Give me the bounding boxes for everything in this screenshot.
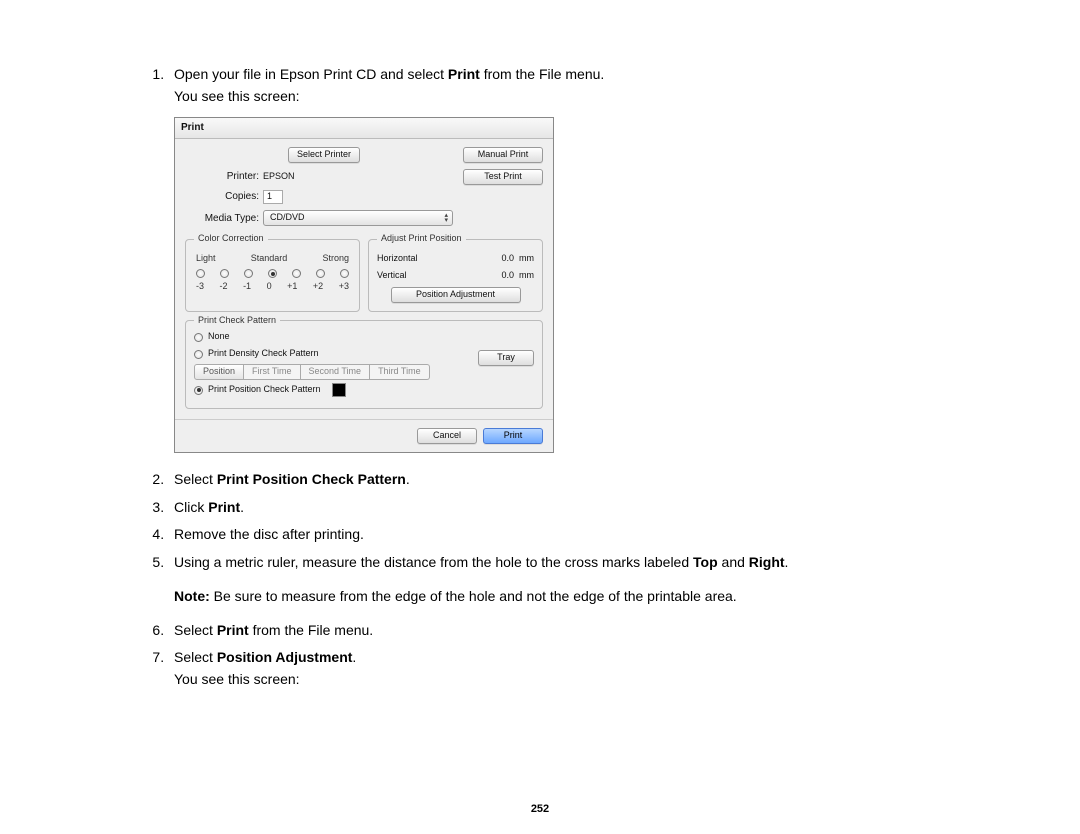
pattern-legend: Print Check Pattern bbox=[194, 314, 280, 328]
pattern-position-radio[interactable] bbox=[194, 386, 203, 395]
cc-strong-label: Strong bbox=[322, 252, 349, 266]
document-page: Open your file in Epson Print CD and sel… bbox=[0, 0, 1080, 818]
pos-vertical-value: 0.0 bbox=[501, 270, 514, 280]
cancel-button[interactable]: Cancel bbox=[417, 428, 477, 444]
text: Select bbox=[174, 622, 217, 638]
cc-radio-m2[interactable] bbox=[220, 269, 229, 278]
text: Remove the disc after printing. bbox=[174, 526, 364, 542]
copies-input[interactable]: 1 bbox=[263, 190, 283, 204]
cc-radio-p3[interactable] bbox=[340, 269, 349, 278]
step-5: Using a metric ruler, measure the distan… bbox=[168, 552, 950, 607]
media-type-select[interactable]: CD/DVD ▴▾ bbox=[263, 210, 453, 226]
cc-val-0: 0 bbox=[267, 280, 272, 294]
text: and bbox=[718, 554, 749, 570]
printer-label: Printer: bbox=[219, 169, 259, 185]
pattern-none-label: None bbox=[208, 330, 230, 344]
bold-text: Right bbox=[749, 554, 785, 570]
bold-text: Print bbox=[217, 622, 249, 638]
step-2: Select Print Position Check Pattern. bbox=[168, 469, 950, 491]
tray-button[interactable]: Tray bbox=[478, 350, 534, 366]
pos-vertical-label: Vertical bbox=[377, 269, 407, 283]
note-label: Note: bbox=[174, 588, 210, 604]
pattern-density-label: Print Density Check Pattern bbox=[208, 347, 319, 361]
color-correction-group: Color Correction Light Standard Strong bbox=[185, 232, 360, 312]
step-3: Click Print. bbox=[168, 497, 950, 519]
text: from the File menu. bbox=[480, 66, 605, 82]
note-text: Be sure to measure from the edge of the … bbox=[210, 588, 737, 604]
text: You see this screen: bbox=[174, 669, 950, 691]
test-print-button[interactable]: Test Print bbox=[463, 169, 543, 185]
cc-val-m3: -3 bbox=[196, 280, 204, 294]
text: . bbox=[240, 499, 244, 515]
text: . bbox=[352, 649, 356, 665]
printer-value: EPSON bbox=[263, 170, 295, 184]
step-7: Select Position Adjustment. You see this… bbox=[168, 647, 950, 690]
cc-val-p2: +2 bbox=[313, 280, 323, 294]
dialog-title: Print bbox=[175, 118, 553, 139]
cc-radio-m1[interactable] bbox=[244, 269, 253, 278]
cc-val-m2: -2 bbox=[220, 280, 228, 294]
cc-val-p1: +1 bbox=[287, 280, 297, 294]
text: from the File menu. bbox=[249, 622, 374, 638]
bold-text: Print bbox=[208, 499, 240, 515]
cc-val-p3: +3 bbox=[339, 280, 349, 294]
text: Select bbox=[174, 471, 217, 487]
third-time-button[interactable]: Third Time bbox=[370, 364, 430, 380]
bold-text: Position Adjustment bbox=[217, 649, 353, 665]
pattern-position-label: Print Position Check Pattern bbox=[208, 383, 321, 397]
media-type-label: Media Type: bbox=[199, 211, 259, 227]
color-correction-legend: Color Correction bbox=[194, 232, 268, 246]
text: . bbox=[785, 554, 789, 570]
select-printer-button[interactable]: Select Printer bbox=[288, 147, 360, 163]
bold-print: Print bbox=[448, 66, 480, 82]
adjust-position-legend: Adjust Print Position bbox=[377, 232, 466, 246]
position-adjustment-button[interactable]: Position Adjustment bbox=[391, 287, 521, 303]
print-dialog: Print Select Printer Manual Print Printe… bbox=[174, 117, 554, 453]
note: Note: Be sure to measure from the edge o… bbox=[174, 586, 950, 608]
manual-print-button[interactable]: Manual Print bbox=[463, 147, 543, 163]
text: Select bbox=[174, 649, 217, 665]
text: Click bbox=[174, 499, 208, 515]
position-seg-label: Position bbox=[194, 364, 244, 380]
cc-standard-label: Standard bbox=[251, 252, 288, 266]
page-number: 252 bbox=[130, 801, 950, 818]
color-swatch[interactable] bbox=[332, 383, 346, 397]
text: You see this screen: bbox=[174, 86, 950, 108]
chevron-updown-icon: ▴▾ bbox=[444, 213, 448, 223]
print-button[interactable]: Print bbox=[483, 428, 543, 444]
cc-radio-p1[interactable] bbox=[292, 269, 301, 278]
text: Using a metric ruler, measure the distan… bbox=[174, 554, 693, 570]
pattern-none-radio[interactable] bbox=[194, 333, 203, 342]
bold-text: Print Position Check Pattern bbox=[217, 471, 406, 487]
cc-radio-p2[interactable] bbox=[316, 269, 325, 278]
bold-text: Top bbox=[693, 554, 718, 570]
text: . bbox=[406, 471, 410, 487]
pattern-density-radio[interactable] bbox=[194, 350, 203, 359]
pos-unit: mm bbox=[519, 270, 534, 280]
pos-unit: mm bbox=[519, 253, 534, 263]
adjust-position-group: Adjust Print Position Horizontal 0.0 mm … bbox=[368, 232, 543, 312]
pos-horizontal-label: Horizontal bbox=[377, 252, 418, 266]
step-1: Open your file in Epson Print CD and sel… bbox=[168, 64, 950, 453]
instruction-list: Open your file in Epson Print CD and sel… bbox=[130, 64, 950, 691]
second-time-button[interactable]: Second Time bbox=[301, 364, 371, 380]
cc-light-label: Light bbox=[196, 252, 216, 266]
copies-label: Copies: bbox=[219, 189, 259, 205]
text: Open your file in Epson Print CD and sel… bbox=[174, 66, 448, 82]
step-6: Select Print from the File menu. bbox=[168, 620, 950, 642]
media-type-value: CD/DVD bbox=[270, 211, 305, 225]
first-time-button[interactable]: First Time bbox=[244, 364, 301, 380]
step-4: Remove the disc after printing. bbox=[168, 524, 950, 546]
print-check-pattern-group: Print Check Pattern None Print Density C… bbox=[185, 320, 543, 409]
cc-radio-0[interactable] bbox=[268, 269, 277, 278]
cc-radio-m3[interactable] bbox=[196, 269, 205, 278]
cc-val-m1: -1 bbox=[243, 280, 251, 294]
pos-horizontal-value: 0.0 bbox=[501, 253, 514, 263]
